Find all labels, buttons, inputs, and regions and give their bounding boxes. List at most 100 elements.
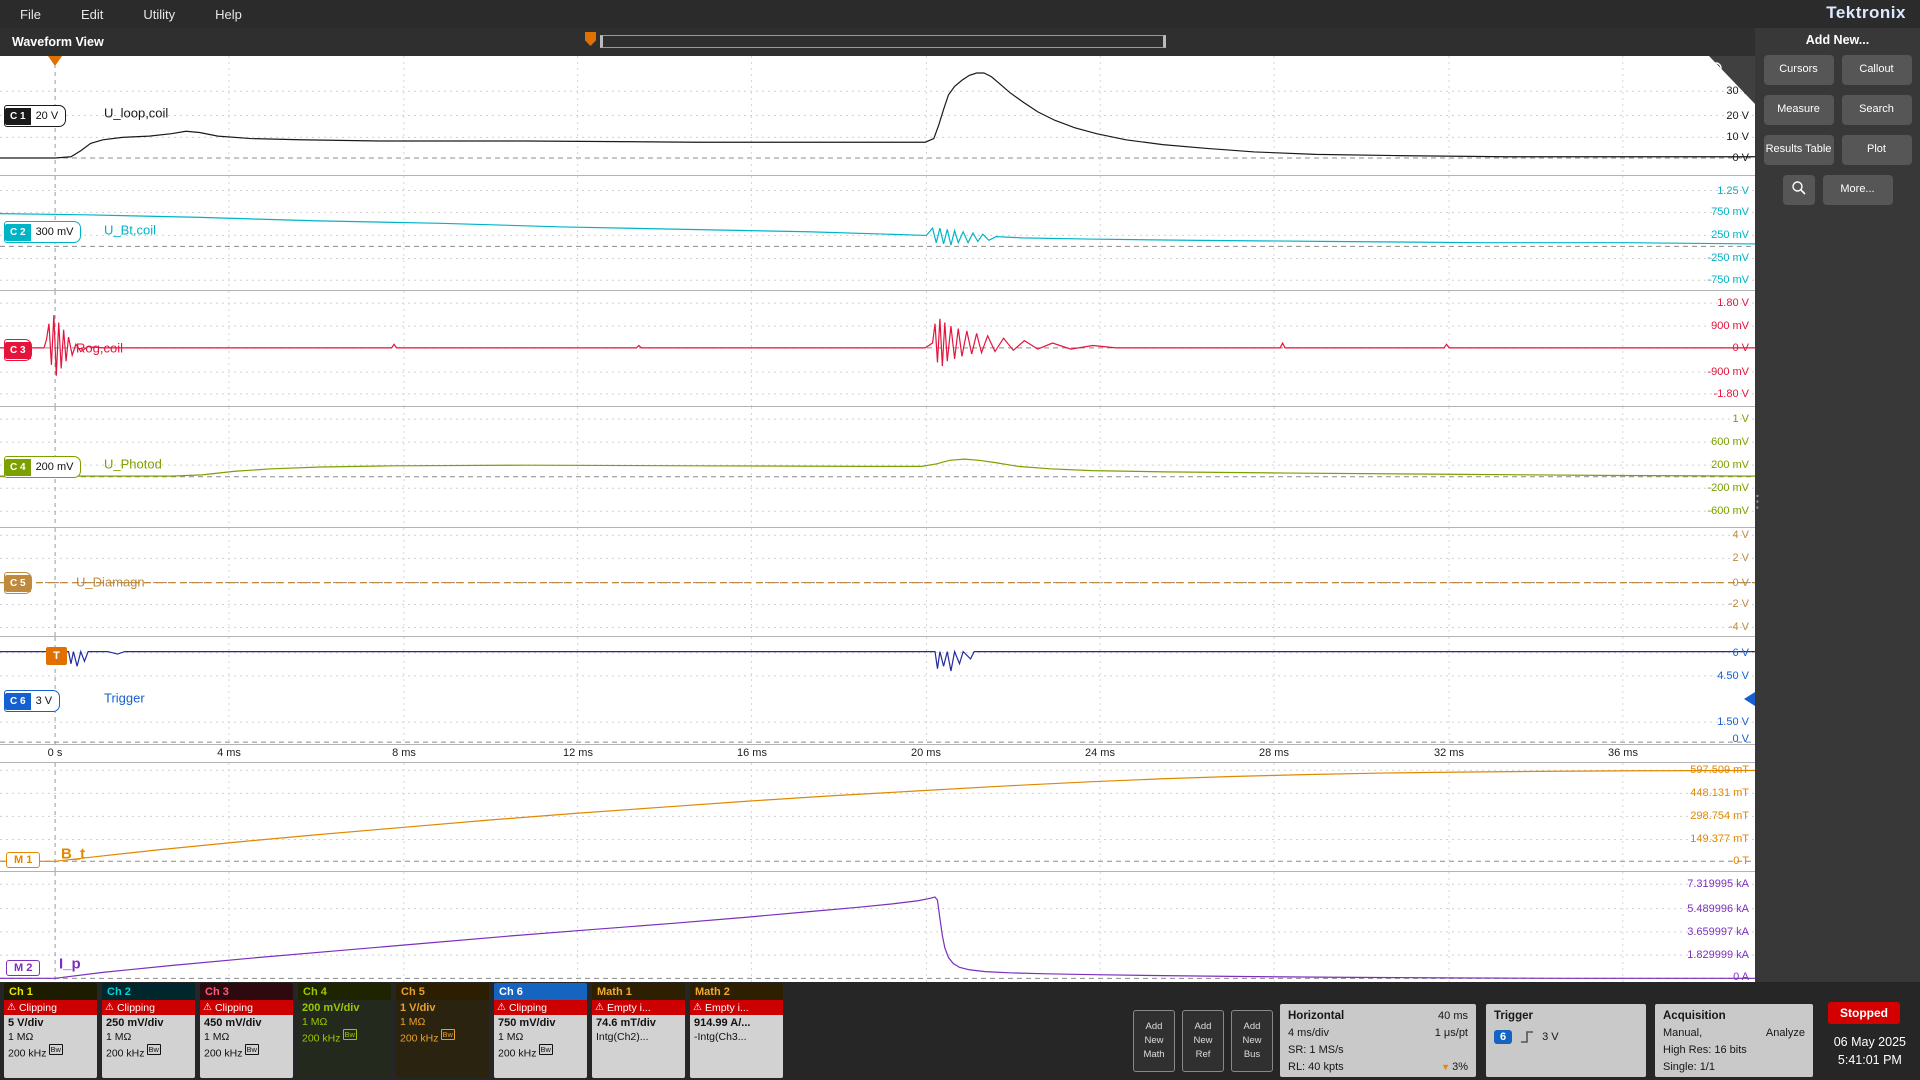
trigger-level-arrow-icon[interactable] [1744, 692, 1755, 706]
badge-formula: Intg(Ch2)... [592, 1029, 685, 1043]
badge-bandwidth: 200 kHzBw [494, 1043, 587, 1060]
vertical-scale-c3: 1.80 V 900 mV 0 V -900 mV -1.80 V [1649, 291, 1749, 406]
trigger-position-icon[interactable] [48, 56, 62, 66]
channel-badge-c3[interactable]: C 3 [4, 339, 32, 361]
run-state-badge[interactable]: Stopped [1828, 1002, 1900, 1024]
results-table-button[interactable]: Results Table [1764, 135, 1834, 165]
menu-file[interactable]: File [20, 7, 41, 22]
scale-label: 2 V [1732, 552, 1749, 564]
waveform-slice-ch2[interactable]: C 2 300 mV U_Bt,coil 1.25 V 750 mV 250 m… [0, 176, 1755, 291]
badge-ch3[interactable]: Ch 3 ⚠Clipping 450 mV/div 1 MΩ 200 kHzBw [200, 983, 293, 1078]
acquisition-single: Single: 1/1 [1663, 1061, 1715, 1073]
trigger-level: 3 V [1542, 1031, 1559, 1043]
badge-formula: -Intg(Ch3... [690, 1029, 783, 1043]
time-tick-label: 32 ms [1434, 747, 1464, 759]
badge-tab[interactable]: Math 2 [690, 983, 783, 1000]
channel-badge-c1[interactable]: C 1 20 V [4, 105, 66, 127]
acquisition-panel[interactable]: Acquisition Manual,Analyze High Res: 16 … [1655, 1004, 1813, 1077]
badge-ch1[interactable]: Ch 1 ⚠Clipping 5 V/div 1 MΩ 200 kHzBw [4, 983, 97, 1078]
scale-label: 200 mV [1711, 459, 1749, 471]
channel-chip-c1: C 1 [5, 108, 31, 125]
time-tick-label: 16 ms [737, 747, 767, 759]
badge-tab[interactable]: Ch 5 [396, 983, 489, 1000]
waveform-slice-ch6[interactable]: T C 6 3 V Trigger 6 V 4.50 V 1.50 V 0 V [0, 637, 1755, 745]
channel-scale-value-c1: 20 V [36, 110, 59, 122]
waveform-slice-math2[interactable]: M 2 I_p 7.319995 kA 5.489996 kA 3.659997… [0, 872, 1755, 982]
search-button[interactable]: Search [1842, 95, 1912, 125]
horizontal-position: 3% [1452, 1061, 1468, 1073]
channel-label-c5[interactable]: U_Diamagn [76, 575, 145, 590]
trigger-source-marker[interactable]: T [46, 647, 67, 665]
channel-label-c2[interactable]: U_Bt,coil [104, 223, 156, 238]
channel-badge-c2[interactable]: C 2 300 mV [4, 221, 81, 243]
scale-label: 448.131 mT [1690, 787, 1749, 799]
add-new-ref-button[interactable]: AddNewRef [1182, 1010, 1224, 1072]
badge-tab[interactable]: Ch 6 [494, 983, 587, 1000]
badge-tab[interactable]: Math 1 [592, 983, 685, 1000]
badge-ch4[interactable]: Ch 4 200 mV/div 1 MΩ 200 kHzBw [298, 983, 391, 1078]
scale-label: -4 V [1729, 621, 1749, 633]
badge-ch2[interactable]: Ch 2 ⚠Clipping 250 mV/div 1 MΩ 200 kHzBw [102, 983, 195, 1078]
menu-help[interactable]: Help [215, 7, 242, 22]
badge-bandwidth: 200 kHzBw [396, 1028, 489, 1045]
scale-label: 5.489996 kA [1687, 903, 1749, 915]
waveform-slice-ch3[interactable]: C 3 Rog,coil 1.80 V 900 mV 0 V -900 mV -… [0, 291, 1755, 407]
zoom-icon-button[interactable] [1783, 175, 1815, 205]
cursors-button[interactable]: Cursors [1764, 55, 1834, 85]
bandwidth-icon: Bw [49, 1044, 63, 1055]
waveform-slice-ch5[interactable]: C 5 U_Diamagn 4 V 2 V 0 V -2 V -4 V [0, 528, 1755, 637]
add-new-bus-button[interactable]: AddNewBus [1231, 1010, 1273, 1072]
waveform-slice-math1[interactable]: M 1 B_t 597.509 mT 448.131 mT 298.754 mT… [0, 763, 1755, 872]
badge-tab[interactable]: Ch 1 [4, 983, 97, 1000]
channel-chip-c6: C 6 [5, 693, 31, 710]
channel-badge-c4[interactable]: C 4 200 mV [4, 456, 81, 478]
clipping-warning: ⚠Clipping [102, 1000, 195, 1015]
badge-scale: 5 V/div [4, 1015, 97, 1029]
channel-label-c1[interactable]: U_loop,coil [104, 106, 168, 121]
channel-scale-value-c2: 300 mV [36, 226, 74, 238]
scale-label: 3.659997 kA [1687, 926, 1749, 938]
math-badge-m2[interactable]: M 2 [6, 960, 40, 976]
math-badge-m1[interactable]: M 1 [6, 852, 40, 868]
vertical-scale-c5: 4 V 2 V 0 V -2 V -4 V [1649, 528, 1749, 636]
menu-edit[interactable]: Edit [81, 7, 103, 22]
channel-badge-c6[interactable]: C 6 3 V [4, 690, 60, 712]
channel-badge-c5[interactable]: C 5 [4, 572, 32, 594]
scale-label: -900 mV [1707, 366, 1749, 378]
badge-math2[interactable]: Math 2 ⚠Empty i... 914.99 A/... -Intg(Ch… [690, 983, 783, 1078]
measure-button[interactable]: Measure [1764, 95, 1834, 125]
math-label-m1[interactable]: B_t [61, 846, 85, 863]
expansion-point-flag-icon[interactable] [585, 32, 596, 46]
channel-scale-value-c4: 200 mV [36, 461, 74, 473]
channel-label-c4[interactable]: U_Photod [104, 457, 162, 472]
badge-math1[interactable]: Math 1 ⚠Empty i... 74.6 mT/div Intg(Ch2)… [592, 983, 685, 1078]
scale-label: 20 V [1726, 110, 1749, 122]
badge-ch6[interactable]: Ch 6 ⚠Clipping 750 mV/div 1 MΩ 200 kHzBw [494, 983, 587, 1078]
callout-button[interactable]: Callout [1842, 55, 1912, 85]
badge-impedance: 1 MΩ [396, 1014, 489, 1028]
math-label-m2[interactable]: I_p [59, 956, 81, 973]
add-new-math-button[interactable]: AddNewMath [1133, 1010, 1175, 1072]
waveform-slice-ch1[interactable]: C 1 20 V U_loop,coil 30 V 20 V 10 V 0 V [0, 56, 1755, 176]
waveform-view-title: Waveform View [0, 35, 104, 49]
plot-button[interactable]: Plot [1842, 135, 1912, 165]
waveform-plot-ch3 [0, 291, 1755, 406]
trigger-panel[interactable]: Trigger 6 3 V [1486, 1004, 1646, 1077]
channel-label-c3[interactable]: Rog,coil [76, 341, 123, 356]
waveform-slice-ch4[interactable]: C 4 200 mV U_Photod 1 V 600 mV 200 mV -2… [0, 407, 1755, 528]
time-tick-label: 8 ms [392, 747, 416, 759]
badge-ch5[interactable]: Ch 5 1 V/div 1 MΩ 200 kHzBw [396, 983, 489, 1078]
badge-tab[interactable]: Ch 4 [298, 983, 391, 1000]
horizontal-panel[interactable]: Horizontal40 ms 4 ms/div1 μs/pt SR: 1 MS… [1280, 1004, 1476, 1077]
badge-tab[interactable]: Ch 3 [200, 983, 293, 1000]
badge-tab[interactable]: Ch 2 [102, 983, 195, 1000]
menu-utility[interactable]: Utility [143, 7, 175, 22]
badge-impedance: 1 MΩ [494, 1029, 587, 1043]
badge-scale: 914.99 A/... [690, 1015, 783, 1029]
scale-label: 1.25 V [1717, 185, 1749, 197]
bottom-bar: Ch 1 ⚠Clipping 5 V/div 1 MΩ 200 kHzBw Ch… [0, 982, 1920, 1080]
channel-label-c6[interactable]: Trigger [104, 691, 145, 706]
bandwidth-icon: Bw [539, 1044, 553, 1055]
more-button[interactable]: More... [1823, 175, 1893, 205]
acquisition-pan-bar[interactable] [600, 35, 1166, 48]
